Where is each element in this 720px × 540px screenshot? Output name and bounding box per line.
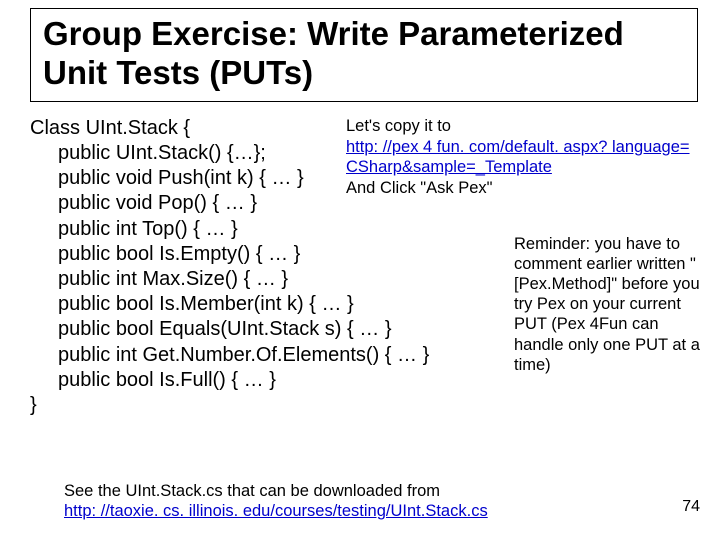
reminder-note: Reminder: you have to comment earlier wr… <box>514 234 710 375</box>
footer-note: See the UInt.Stack.cs that can be downlo… <box>64 481 488 522</box>
slide: Group Exercise: Write Parameterized Unit… <box>0 0 720 540</box>
slide-title: Group Exercise: Write Parameterized Unit… <box>43 15 685 93</box>
copy-instructions: Let's copy it to http: //pex 4 fun. com/… <box>346 116 720 199</box>
code-line: } <box>30 394 37 416</box>
footer-text: See the UInt.Stack.cs that can be downlo… <box>64 482 440 500</box>
instr-text: And Click "Ask Pex" <box>346 179 493 197</box>
instr-text: Let's copy it to <box>346 117 451 135</box>
page-number: 74 <box>682 498 700 516</box>
pex-url-link[interactable]: http: //pex 4 fun. com/default. aspx? la… <box>346 138 690 156</box>
body-area: Class UInt.Stack { public UInt.Stack() {… <box>30 116 698 418</box>
title-box: Group Exercise: Write Parameterized Unit… <box>30 8 698 102</box>
download-link[interactable]: http: //taoxie. cs. illinois. edu/course… <box>64 502 488 520</box>
code-line: Class UInt.Stack { <box>30 117 190 139</box>
pex-url-link-cont[interactable]: CSharp&sample=_Template <box>346 158 552 176</box>
